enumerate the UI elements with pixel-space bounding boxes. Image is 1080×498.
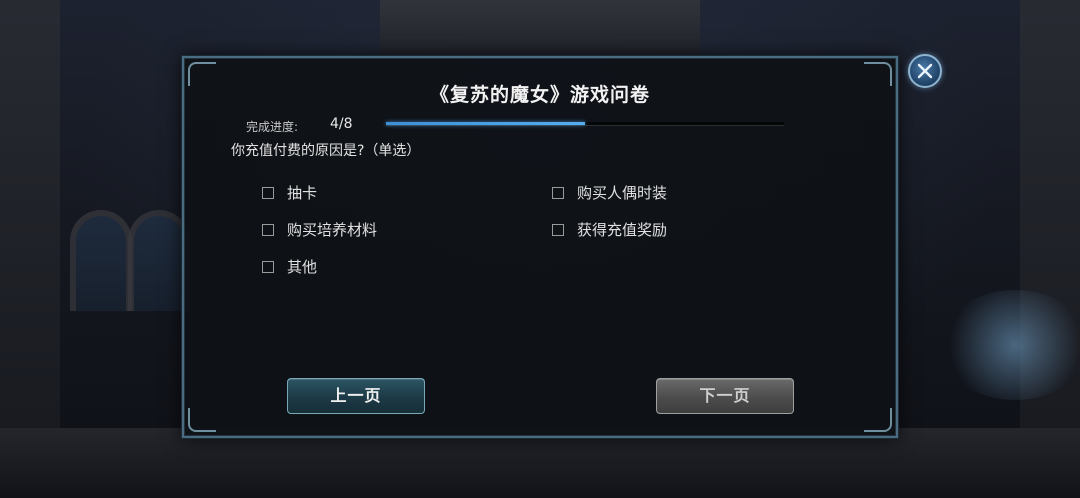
close-x-icon [917, 63, 933, 79]
background-tower-center [380, 0, 700, 60]
option-label: 购买人偶时装 [577, 184, 668, 202]
background-fountain [940, 290, 1080, 400]
option-label: 获得充值奖励 [577, 221, 668, 239]
option-label: 抽卡 [287, 184, 318, 202]
game-scene: 《复苏的魔女》游戏问卷 完成进度: 4/8 你充值付费的原因是?（单选） 抽卡 … [0, 0, 1080, 498]
option-other[interactable]: 其他 [262, 256, 317, 277]
option-buy-materials[interactable]: 购买培养材料 [262, 219, 377, 240]
option-topup-rewards[interactable]: 获得充值奖励 [552, 219, 667, 240]
option-label: 其他 [287, 258, 318, 276]
close-button[interactable] [908, 54, 942, 88]
previous-page-button[interactable]: 上一页 [287, 378, 425, 414]
corner-ornament [188, 408, 216, 432]
checkbox[interactable] [262, 186, 274, 199]
option-label: 购买培养材料 [287, 221, 378, 239]
checkbox[interactable] [552, 223, 564, 236]
next-page-button[interactable]: 下一页 [656, 378, 794, 414]
question-text: 你充值付费的原因是?（单选） [231, 143, 421, 159]
survey-dialog: 《复苏的魔女》游戏问卷 完成进度: 4/8 你充值付费的原因是?（单选） 抽卡 … [182, 56, 898, 438]
checkbox[interactable] [262, 260, 274, 273]
background-window-left-2 [128, 210, 190, 311]
corner-ornament [864, 408, 892, 432]
background-floor [0, 428, 1080, 498]
progress-value: 4/8 [330, 116, 353, 132]
option-buy-doll-outfit[interactable]: 购买人偶时装 [552, 182, 667, 203]
background-window-left-1 [70, 210, 132, 311]
background-tower-left [0, 0, 60, 430]
progress-bar-fill [386, 122, 585, 125]
checkbox[interactable] [552, 186, 564, 199]
dialog-title: 《复苏的魔女》游戏问卷 [429, 84, 650, 106]
option-draw-cards[interactable]: 抽卡 [262, 182, 317, 203]
progress-label: 完成进度: [246, 120, 299, 134]
checkbox[interactable] [262, 223, 274, 236]
progress-bar [386, 122, 784, 126]
